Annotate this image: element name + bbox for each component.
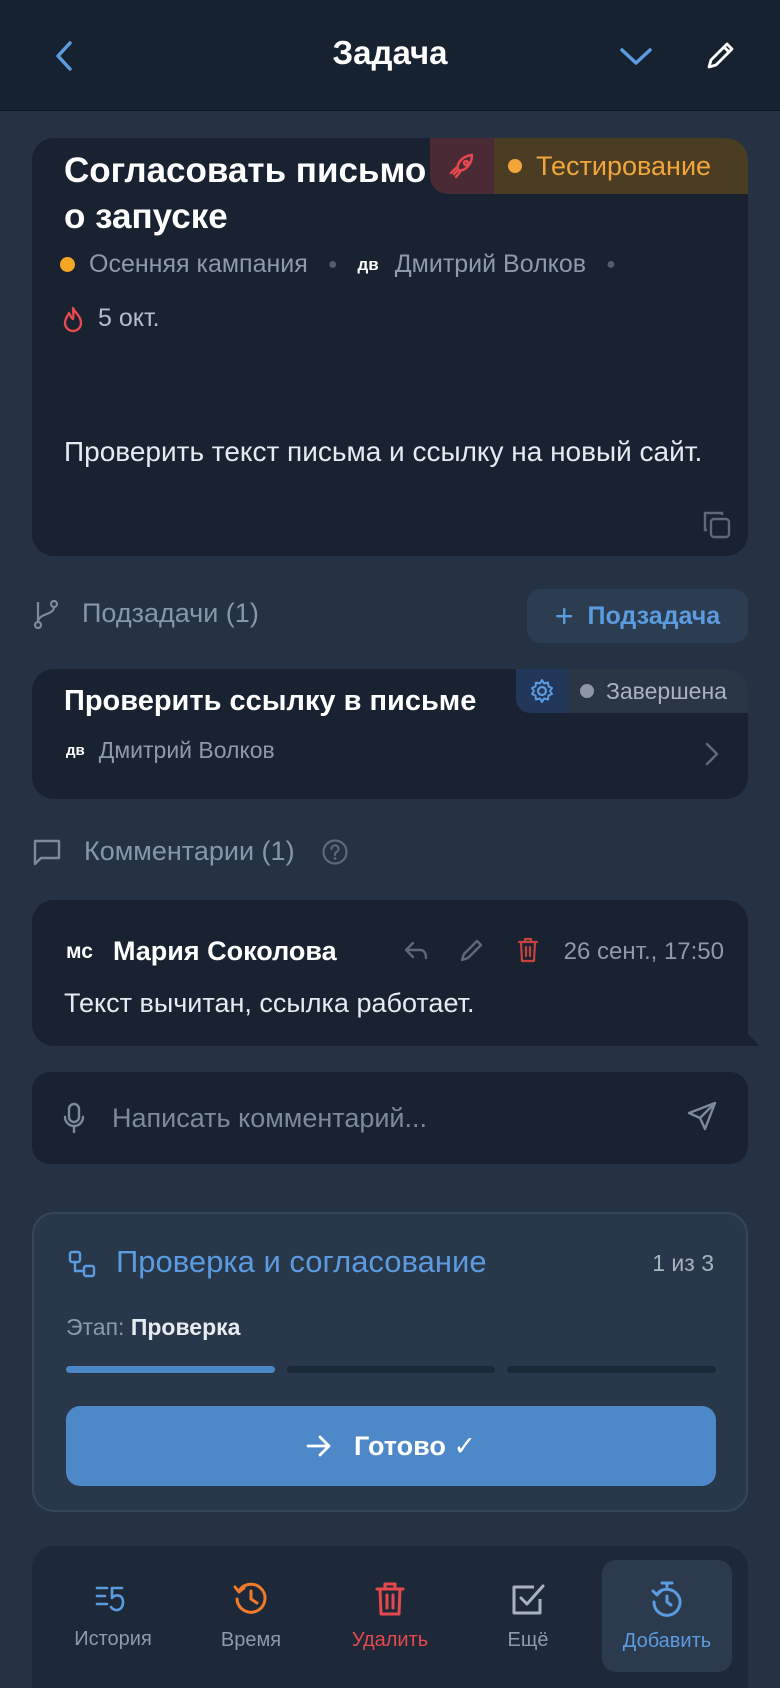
assignee-avatar: дв	[66, 742, 85, 759]
microphone-icon	[63, 1102, 85, 1134]
send-button[interactable]	[686, 1100, 718, 1132]
subtask-status-badge[interactable]: Завершена	[516, 669, 748, 713]
comment-time: 26 сент., 17:50	[563, 938, 724, 965]
arrow-right-icon	[306, 1435, 331, 1457]
subtask-title: Проверить ссылку в письме	[64, 685, 477, 717]
plus-icon: +	[554, 597, 574, 634]
subtask-item[interactable]: Проверить ссылку в письме дв Дмитрий Вол…	[32, 669, 748, 799]
chevron-down-icon	[620, 48, 652, 65]
send-icon	[687, 1101, 717, 1131]
tab-more[interactable]: Ещё	[463, 1560, 593, 1672]
add-subtask-button[interactable]: + Подзадача	[527, 589, 748, 643]
project-name[interactable]: Осенняя кампания	[89, 250, 308, 279]
workflow-card: Проверка и согласование 1 из 3 Этап: Про…	[32, 1212, 748, 1512]
workflow-step-count: 1 из 3	[652, 1250, 714, 1276]
reply-button[interactable]	[388, 930, 444, 970]
workflow-title: Проверка и согласование	[116, 1244, 487, 1279]
task-title: Согласовать письмо о запуске	[64, 151, 427, 236]
comment-composer	[32, 1072, 748, 1164]
comment-input[interactable]	[112, 1094, 672, 1142]
pencil-icon	[460, 939, 483, 962]
chevron-right-icon	[704, 741, 720, 767]
comment-icon	[33, 839, 61, 865]
comment-author: Мария Соколова	[112, 936, 337, 966]
rocket-icon	[430, 138, 494, 194]
comment-text: Текст вычитан, ссылка работает.	[64, 988, 475, 1018]
history-icon	[95, 1586, 125, 1611]
edit-comment-button[interactable]	[444, 930, 500, 970]
assignee-avatar: дв	[357, 254, 379, 274]
clock-icon	[233, 1582, 267, 1614]
due-date: 5 окт.	[62, 304, 160, 333]
author-avatar: мс	[66, 939, 93, 963]
bottom-action-bar: История Время Удалить Ещё Добавить	[32, 1546, 748, 1688]
page-title: Задача	[332, 34, 448, 71]
copy-button[interactable]	[702, 510, 732, 540]
task-card: Согласовать письмо о запуске Тестировани…	[32, 138, 748, 556]
task-status-label: Тестирование	[536, 150, 712, 181]
subtasks-header: Подзадачи (1)	[32, 598, 259, 629]
task-status-badge[interactable]: Тестирование	[430, 138, 748, 194]
reply-icon	[404, 941, 428, 960]
workflow-stage: Этап: Проверка	[66, 1314, 241, 1340]
subtasks-heading: Подзадачи (1)	[82, 598, 259, 628]
tab-time[interactable]: Время	[186, 1560, 316, 1672]
copy-icon	[703, 511, 731, 539]
timer-icon	[651, 1581, 682, 1617]
trash-icon	[517, 937, 539, 963]
top-bar: Задача	[0, 0, 780, 111]
task-meta: Осенняя кампания ● дв Дмитрий Волков ●	[60, 250, 636, 279]
help-button[interactable]	[321, 838, 349, 866]
mic-button[interactable]	[62, 1102, 86, 1134]
branch-icon	[33, 599, 59, 629]
workflow-icon	[68, 1250, 96, 1278]
tab-delete[interactable]: Удалить	[325, 1560, 455, 1672]
project-dot	[60, 257, 75, 272]
tab-add[interactable]: Добавить	[602, 1560, 732, 1672]
done-button[interactable]: Готово ✓	[66, 1406, 716, 1486]
question-icon	[321, 838, 348, 865]
task-description: Проверить текст письма и ссылку на новый…	[64, 436, 703, 467]
pencil-icon	[707, 42, 734, 69]
fire-icon	[63, 306, 83, 332]
collapse-button[interactable]	[614, 34, 658, 78]
edit-button[interactable]	[698, 34, 742, 78]
comment-item: мс Мария Соколова 26 сент., 17:50 Текст …	[32, 900, 760, 1046]
comments-heading: Комментарии (1)	[84, 836, 295, 866]
comments-header: Комментарии (1)	[32, 836, 349, 867]
tab-history[interactable]: История	[48, 1560, 178, 1672]
delete-comment-button[interactable]	[500, 930, 556, 970]
workflow-progress	[66, 1366, 717, 1373]
subtask-assignee: дв Дмитрий Волков	[66, 737, 275, 763]
status-dot	[580, 684, 594, 698]
gear-icon	[516, 669, 568, 713]
checkbox-icon	[512, 1584, 545, 1614]
assignee-name[interactable]: Дмитрий Волков	[395, 250, 586, 279]
due-date-label: 5 окт.	[98, 304, 160, 332]
status-dot	[508, 159, 522, 173]
trash-icon	[375, 1582, 405, 1615]
